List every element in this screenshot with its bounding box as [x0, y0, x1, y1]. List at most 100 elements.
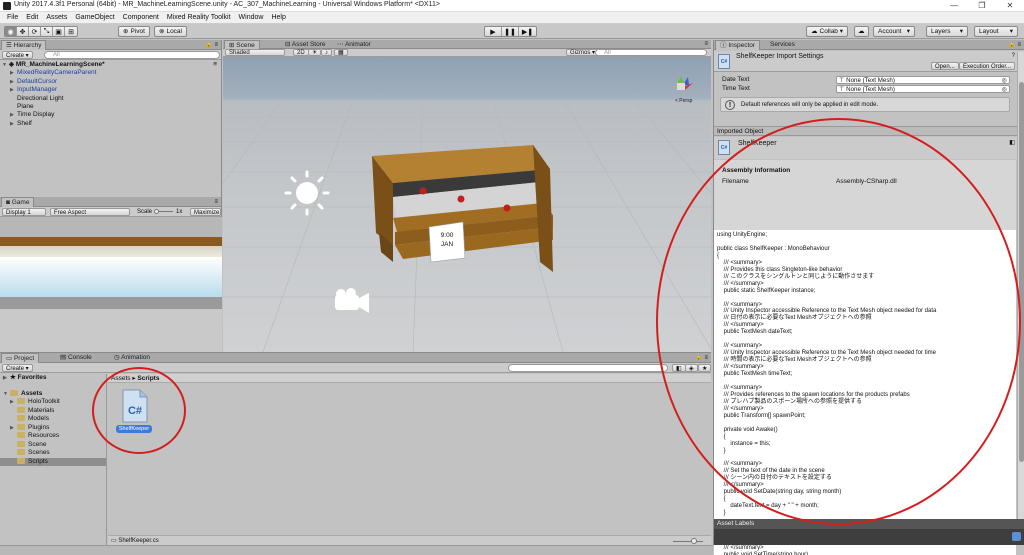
menu-window[interactable]: Window — [235, 12, 268, 23]
panel-menu-icon[interactable]: 🔒 ≡ — [695, 353, 708, 363]
scrollbar-thumb[interactable] — [1019, 82, 1024, 462]
panel-menu-icon[interactable]: 🔒 ≡ — [205, 40, 218, 50]
hierarchy-item[interactable]: Directional Light — [2, 95, 221, 103]
expand-arrow-icon[interactable]: ▶ — [10, 111, 17, 119]
folder-item[interactable]: Scenes — [3, 449, 106, 458]
hierarchy-item[interactable]: ▶ InputManager — [2, 86, 221, 94]
expand-arrow-icon[interactable]: ▶ — [10, 424, 17, 433]
panel-menu-icon[interactable]: ≡ — [704, 40, 708, 49]
hierarchy-item[interactable]: ▶ Shelf — [2, 120, 221, 128]
assets-root-item[interactable]: ▼ Assets — [3, 389, 106, 399]
layers-dropdown[interactable]: Layers ▾ — [926, 26, 968, 37]
rotate-tool-icon[interactable]: ⟳ — [29, 27, 41, 36]
favorites-item[interactable]: ▶ ★ Favorites — [3, 374, 106, 383]
tab-hierarchy[interactable]: ☰ Hierarchy — [1, 40, 47, 50]
menu-gameobject[interactable]: GameObject — [71, 12, 118, 23]
tab-asset-store[interactable]: ⊟ Asset Store — [281, 40, 330, 49]
expand-arrow-icon[interactable]: ▼ — [2, 61, 9, 69]
folder-item[interactable]: Scene — [3, 440, 106, 450]
object-picker-icon[interactable]: ◎ — [1002, 86, 1007, 93]
scene-viewport[interactable]: 9:00 JAN < Persp — [223, 57, 711, 352]
expand-arrow-icon[interactable]: ▼ — [3, 390, 10, 399]
game-viewport[interactable] — [0, 217, 222, 352]
hierarchy-search-input[interactable]: All — [44, 51, 220, 59]
menu-help[interactable]: Help — [267, 12, 289, 23]
maximize-button[interactable]: ❐ — [968, 0, 996, 12]
menu-edit[interactable]: Edit — [22, 12, 42, 23]
folder-item[interactable]: Resources — [3, 432, 106, 441]
favorite-star-icon[interactable]: ★ — [698, 364, 712, 372]
hierarchy-item[interactable]: ▶ Time Display — [2, 111, 221, 119]
time-display-sign[interactable]: 9:00 JAN — [428, 221, 466, 263]
lighting-toggle-icon[interactable]: ☀ — [308, 49, 322, 56]
folder-item[interactable]: Models — [3, 415, 106, 424]
expand-arrow-icon[interactable]: ▶ — [10, 78, 17, 86]
hierarchy-create-button[interactable]: Create ▾ — [2, 51, 33, 59]
tab-services[interactable]: Services — [766, 40, 799, 50]
minimize-button[interactable]: — — [940, 0, 968, 12]
date-text-field[interactable]: ⊤ None (Text Mesh) ◎ — [836, 76, 1010, 84]
project-create-button[interactable]: Create ▾ — [2, 364, 33, 372]
tab-game[interactable]: ◙ Game — [1, 197, 35, 207]
expand-arrow-icon[interactable]: ▶ — [10, 69, 17, 77]
execution-order-button[interactable]: Execution Order... — [959, 62, 1016, 70]
menu-file[interactable]: File — [3, 12, 22, 23]
tab-scene[interactable]: ⊞ Scene — [224, 40, 260, 49]
hierarchy-item[interactable]: Plane — [2, 103, 221, 111]
folder-item[interactable]: Materials — [3, 406, 106, 416]
tab-animator[interactable]: ⋯ Animator — [333, 40, 375, 49]
menu-component[interactable]: Component — [119, 12, 163, 23]
label-tag-icon[interactable] — [1012, 532, 1021, 541]
tab-inspector[interactable]: ⓘ Inspector — [715, 40, 761, 50]
effects-toggle-icon[interactable]: ▦ — [334, 49, 348, 56]
aspect-dropdown[interactable]: Free Aspect — [50, 208, 130, 216]
display-dropdown[interactable]: Display 1 — [2, 208, 46, 216]
menu-mixed-reality-toolkit[interactable]: Mixed Reality Toolkit — [163, 12, 235, 23]
tab-console[interactable]: ▤ Console — [56, 353, 96, 363]
icon-size-slider[interactable] — [673, 541, 703, 542]
open-button[interactable]: Open... — [931, 62, 959, 70]
menu-assets[interactable]: Assets — [42, 12, 71, 23]
expand-arrow-icon[interactable]: ▶ — [10, 120, 17, 128]
maximize-toggle[interactable]: Maximize — [190, 208, 221, 216]
transform-tool-icon[interactable]: ⊞ — [65, 27, 77, 36]
panel-menu-icon[interactable]: 🔒 ≡ — [1008, 40, 1021, 50]
time-text-field[interactable]: ⊤ None (Text Mesh) ◎ — [836, 85, 1010, 93]
persp-label[interactable]: < Persp — [675, 98, 693, 104]
expand-arrow-icon[interactable]: ▶ — [10, 86, 17, 94]
project-search-input[interactable] — [508, 364, 668, 372]
rect-tool-icon[interactable]: ▣ — [53, 27, 65, 36]
audio-toggle-icon[interactable]: ♪ — [321, 49, 332, 56]
script-asset-tile[interactable]: C# ShelfKeeper — [116, 389, 152, 435]
scale-tool-icon[interactable]: ⤡ — [41, 27, 53, 36]
shading-dropdown[interactable]: Shaded — [225, 49, 285, 56]
scene-root[interactable]: ▼ ◈ MR_MachineLearningScene* ≡ — [2, 61, 221, 69]
tab-project[interactable]: ▭ Project — [1, 353, 40, 363]
folder-item[interactable]: ▶ Plugins — [3, 423, 106, 433]
object-picker-icon[interactable]: ◎ — [1002, 77, 1007, 84]
inspector-scrollbar[interactable] — [1017, 52, 1024, 529]
sun-light-gizmo[interactable] — [284, 170, 330, 216]
scale-slider-thumb[interactable] — [154, 209, 159, 214]
tab-animation[interactable]: ◷ Animation — [110, 353, 154, 363]
layout-dropdown[interactable]: Layout ▾ — [974, 26, 1018, 37]
account-dropdown[interactable]: Account ▾ — [873, 26, 915, 37]
folder-item[interactable]: ▶ HoloToolkit — [3, 398, 106, 407]
move-tool-icon[interactable]: ✥ — [17, 27, 29, 36]
scene-menu-icon[interactable]: ≡ — [213, 61, 217, 69]
close-button[interactable]: ✕ — [996, 0, 1024, 12]
breadcrumb-assets[interactable]: Assets — [111, 375, 131, 382]
hierarchy-item[interactable]: ▶ MixedRealityCameraParent — [2, 69, 221, 77]
filter-type-icon[interactable]: ◧ — [672, 364, 686, 372]
hand-tool-icon[interactable]: ◉ — [5, 27, 17, 36]
expand-arrow-icon[interactable]: ▶ — [10, 398, 17, 407]
expand-arrow-icon[interactable]: ▶ — [3, 374, 10, 383]
hierarchy-item[interactable]: ▶ DefaultCursor — [2, 78, 221, 86]
pivot-toggle[interactable]: ⊕ Pivot — [118, 26, 150, 37]
camera-gizmo[interactable] — [335, 288, 369, 313]
local-toggle[interactable]: ⊗ Local — [154, 26, 187, 37]
collab-button[interactable]: ☁ Collab ▾ — [806, 26, 848, 37]
breadcrumb-scripts[interactable]: Scripts — [137, 375, 159, 382]
panel-menu-icon[interactable]: ≡ — [214, 197, 218, 207]
step-icon[interactable]: ▶❚ — [519, 27, 536, 36]
